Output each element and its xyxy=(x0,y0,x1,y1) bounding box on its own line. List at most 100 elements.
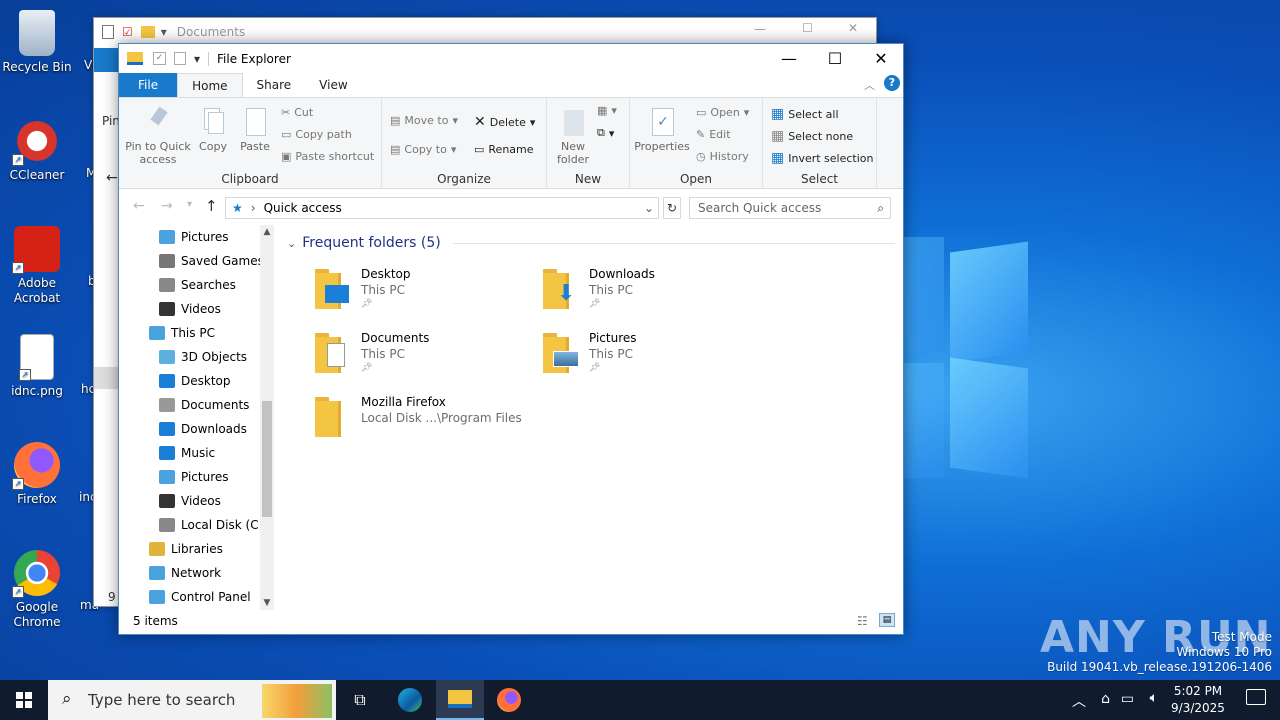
nav-item-libraries[interactable]: Libraries xyxy=(119,537,277,561)
volume-icon[interactable]: 🔈︎ xyxy=(1150,690,1158,706)
nav-item-documents[interactable]: Documents xyxy=(119,393,277,417)
delete-button[interactable]: ✕ Delete ▾ xyxy=(474,114,535,130)
nav-item-3d-objects[interactable]: 3D Objects xyxy=(119,345,277,369)
move-to-button[interactable]: ▤ Move to ▾ xyxy=(390,114,458,127)
clock[interactable]: 5:02 PM 9/3/2025 xyxy=(1164,683,1232,717)
nav-item-this-pc[interactable]: This PC xyxy=(119,321,277,345)
firefox-taskbar-button[interactable] xyxy=(485,680,533,720)
folder-item-downloads[interactable]: ⬇ Downloads This PC 📌︎ xyxy=(541,265,761,321)
back-arrow-icon[interactable]: ← xyxy=(106,170,118,186)
breadcrumb[interactable]: Quick access xyxy=(264,201,342,215)
refresh-icon[interactable]: ↻ xyxy=(663,197,681,219)
open-button[interactable]: ▭ Open ▾ xyxy=(696,106,749,119)
desktop-icon-chrome[interactable]: ↗ Google Chrome xyxy=(0,550,74,630)
nav-item-videos[interactable]: Videos xyxy=(119,297,277,321)
edit-button[interactable]: ✎ Edit xyxy=(696,128,731,141)
nav-item-pictures[interactable]: Pictures xyxy=(119,225,277,249)
history-button[interactable]: ◷ History xyxy=(696,150,749,163)
pinned-icon: 📌︎ xyxy=(589,299,601,309)
tab-view[interactable]: View xyxy=(305,73,361,97)
invert-selection-button[interactable]: ▦ Invert selection xyxy=(771,150,874,166)
tab-home[interactable]: Home xyxy=(177,73,243,97)
large-icons-view-icon[interactable]: ▤ xyxy=(879,613,895,627)
invert-selection-icon: ▦ xyxy=(771,150,785,166)
nav-item-searches[interactable]: Searches xyxy=(119,273,277,297)
copy-path-button[interactable]: ▭ Copy path xyxy=(281,128,352,141)
content-pane[interactable]: ⌄ Frequent folders (5) Desktop This PC 📌︎ ⬇… xyxy=(277,225,903,610)
back-arrow-icon[interactable]: ← xyxy=(133,198,145,214)
folder-item-pictures[interactable]: Pictures This PC 📌︎ xyxy=(541,329,761,385)
nav-item-music[interactable]: Music xyxy=(119,441,277,465)
copy-to-button[interactable]: ▤ Copy to ▾ xyxy=(390,143,456,156)
help-icon[interactable]: ? xyxy=(884,75,900,91)
close-button[interactable]: ✕ xyxy=(858,44,904,73)
minimize-button[interactable]: — xyxy=(754,22,766,36)
desktop-icon-recycle-bin[interactable]: Recycle Bin xyxy=(0,10,74,75)
status-bar: 5 items ☷ ▤ xyxy=(119,608,903,634)
paste-icon xyxy=(242,106,268,136)
paste-button[interactable]: Paste xyxy=(237,106,273,153)
scrollbar-thumb[interactable] xyxy=(262,401,272,517)
rename-button[interactable]: ▭ Rename xyxy=(474,143,534,156)
up-arrow-icon[interactable]: ↑ xyxy=(205,197,218,215)
shortcut-arrow-icon: ↗ xyxy=(19,369,31,381)
nav-item-label: Desktop xyxy=(181,374,231,388)
desktop-icon-adobe-acrobat[interactable]: ↗ Adobe Acrobat xyxy=(0,226,74,306)
address-bar[interactable]: ★ › Quick access ⌄ xyxy=(225,197,659,219)
navigation-scrollbar[interactable]: ▲ ▼ xyxy=(260,225,274,610)
edge-button[interactable] xyxy=(386,680,434,720)
notifications-icon[interactable] xyxy=(1246,689,1266,705)
maximize-button[interactable]: ☐ xyxy=(812,44,858,73)
task-view-button[interactable]: ⧉ xyxy=(336,680,384,720)
properties-button[interactable]: ✓ Properties xyxy=(634,106,690,153)
nav-item-network[interactable]: Network xyxy=(119,561,277,585)
search-input[interactable]: Search Quick access ⌕ xyxy=(689,197,891,219)
desktop-icon-image-file[interactable]: ↗ idnc.png xyxy=(0,334,74,399)
navigation-pane[interactable]: Pictures Saved Games Searches Videos This PC… xyxy=(119,225,277,610)
taskbar-search-box[interactable]: ⌕ Type here to search xyxy=(48,680,336,720)
collapse-ribbon-icon[interactable]: ︿ xyxy=(864,77,875,93)
new-folder-button[interactable]: New folder xyxy=(553,106,593,166)
device-icon[interactable]: ⌂ xyxy=(1101,691,1110,707)
file-explorer-taskbar-button[interactable] xyxy=(436,680,484,720)
nav-item-control-panel[interactable]: Control Panel xyxy=(119,585,277,609)
recent-locations-icon[interactable]: ▾ xyxy=(187,199,192,210)
paste-shortcut-button[interactable]: ▣ Paste shortcut xyxy=(281,150,374,163)
network-icon[interactable]: ▭ xyxy=(1121,691,1134,707)
select-none-button[interactable]: ▦ Select none xyxy=(771,128,853,144)
scroll-up-arrow-icon[interactable]: ▲ xyxy=(260,227,274,237)
tab-share[interactable]: Share xyxy=(243,73,306,97)
pin-to-quick-access-button[interactable]: Pin to Quick access xyxy=(125,106,191,166)
cut-button[interactable]: ✂ Cut xyxy=(281,106,313,119)
scroll-down-arrow-icon[interactable]: ▼ xyxy=(260,598,274,608)
desktop-icon-ccleaner[interactable]: ↗ CCleaner xyxy=(0,118,74,183)
nav-item-saved-games[interactable]: Saved Games xyxy=(119,249,277,273)
folder-item-desktop[interactable]: Desktop This PC 📌︎ xyxy=(313,265,533,321)
properties-qat-icon[interactable]: ✓ xyxy=(153,52,166,65)
file-explorer-window[interactable]: ✓ ▾ File Explorer — ☐ ✕ File Home Share … xyxy=(118,43,904,635)
forward-arrow-icon[interactable]: → xyxy=(161,198,173,214)
nav-item-desktop[interactable]: Desktop xyxy=(119,369,277,393)
copy-button[interactable]: Copy xyxy=(195,106,231,153)
new-item-button[interactable]: ▦ ▾ xyxy=(597,104,617,117)
show-hidden-icons-icon[interactable]: ︿ xyxy=(1072,691,1086,711)
details-view-icon[interactable]: ☷ xyxy=(857,614,868,628)
qat-dropdown-icon[interactable]: ▾ xyxy=(194,52,200,66)
new-folder-qat-icon[interactable] xyxy=(174,52,186,65)
frequent-folders-header[interactable]: ⌄ Frequent folders (5) xyxy=(287,235,895,251)
maximize-button[interactable]: ☐ xyxy=(802,21,813,35)
minimize-button[interactable]: — xyxy=(766,44,812,73)
nav-item-local-disk-c[interactable]: Local Disk (C:) xyxy=(119,513,277,537)
folder-item-mozilla-firefox[interactable]: Mozilla Firefox Local Disk ...\Program Fi… xyxy=(313,393,533,449)
desktop-icon-firefox[interactable]: ↗ Firefox xyxy=(0,442,74,507)
tab-file[interactable]: File xyxy=(119,73,178,97)
folder-item-documents[interactable]: Documents This PC 📌︎ xyxy=(313,329,533,385)
start-button[interactable] xyxy=(0,680,48,720)
address-dropdown-icon[interactable]: ⌄ xyxy=(644,201,654,215)
nav-item-pictures[interactable]: Pictures xyxy=(119,465,277,489)
close-button[interactable]: ✕ xyxy=(848,21,858,35)
easy-access-button[interactable]: ⧉ ▾ xyxy=(597,126,614,140)
nav-item-videos[interactable]: Videos xyxy=(119,489,277,513)
select-all-button[interactable]: ▦ Select all xyxy=(771,106,839,122)
nav-item-downloads[interactable]: Downloads xyxy=(119,417,277,441)
